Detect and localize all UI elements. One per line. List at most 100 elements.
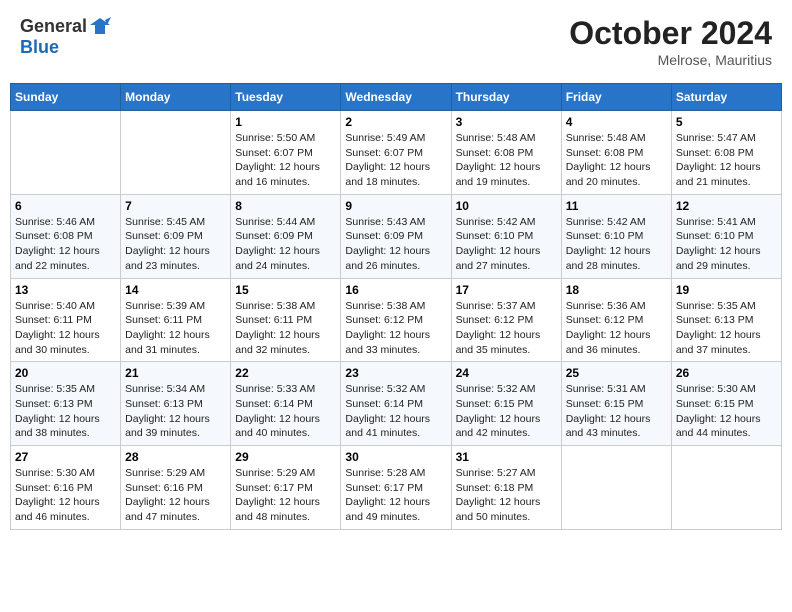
title-area: October 2024 Melrose, Mauritius: [569, 15, 772, 68]
day-number: 14: [125, 283, 226, 297]
day-number: 10: [456, 199, 557, 213]
day-number: 11: [566, 199, 667, 213]
day-number: 12: [676, 199, 777, 213]
cell-info: Sunrise: 5:37 AM Sunset: 6:12 PM Dayligh…: [456, 299, 557, 358]
day-number: 13: [15, 283, 116, 297]
day-number: 23: [345, 366, 446, 380]
cell-info: Sunrise: 5:35 AM Sunset: 6:13 PM Dayligh…: [15, 382, 116, 441]
day-number: 15: [235, 283, 336, 297]
calendar-cell: 9 Sunrise: 5:43 AM Sunset: 6:09 PM Daylig…: [341, 194, 451, 278]
calendar-cell: 14 Sunrise: 5:39 AM Sunset: 6:11 PM Dayli…: [121, 278, 231, 362]
cell-info: Sunrise: 5:27 AM Sunset: 6:18 PM Dayligh…: [456, 466, 557, 525]
cell-info: Sunrise: 5:49 AM Sunset: 6:07 PM Dayligh…: [345, 131, 446, 190]
column-header-monday: Monday: [121, 84, 231, 111]
calendar-cell: [671, 446, 781, 530]
cell-info: Sunrise: 5:39 AM Sunset: 6:11 PM Dayligh…: [125, 299, 226, 358]
day-number: 6: [15, 199, 116, 213]
cell-info: Sunrise: 5:41 AM Sunset: 6:10 PM Dayligh…: [676, 215, 777, 274]
calendar-cell: 1 Sunrise: 5:50 AM Sunset: 6:07 PM Daylig…: [231, 111, 341, 195]
day-number: 16: [345, 283, 446, 297]
cell-info: Sunrise: 5:30 AM Sunset: 6:15 PM Dayligh…: [676, 382, 777, 441]
day-number: 30: [345, 450, 446, 464]
cell-info: Sunrise: 5:33 AM Sunset: 6:14 PM Dayligh…: [235, 382, 336, 441]
cell-info: Sunrise: 5:42 AM Sunset: 6:10 PM Dayligh…: [566, 215, 667, 274]
day-number: 18: [566, 283, 667, 297]
calendar-cell: 21Sunrise: 5:34 AM Sunset: 6:13 PM Dayli…: [121, 362, 231, 446]
day-number: 5: [676, 115, 777, 129]
cell-info: Sunrise: 5:46 AM Sunset: 6:08 PM Dayligh…: [15, 215, 116, 274]
day-number: 31: [456, 450, 557, 464]
calendar-table: SundayMondayTuesdayWednesdayThursdayFrid…: [10, 83, 782, 530]
cell-info: Sunrise: 5:30 AM Sunset: 6:16 PM Dayligh…: [15, 466, 116, 525]
cell-info: Sunrise: 5:42 AM Sunset: 6:10 PM Dayligh…: [456, 215, 557, 274]
calendar-cell: 29 Sunrise: 5:29 AM Sunset: 6:17 PM Dayli…: [231, 446, 341, 530]
column-header-thursday: Thursday: [451, 84, 561, 111]
day-number: 3: [456, 115, 557, 129]
calendar-cell: 5 Sunrise: 5:47 AM Sunset: 6:08 PM Daylig…: [671, 111, 781, 195]
day-number: 28: [125, 450, 226, 464]
month-year-title: October 2024: [569, 15, 772, 52]
cell-info: Sunrise: 5:32 AM Sunset: 6:15 PM Dayligh…: [456, 382, 557, 441]
logo-bird-icon: [89, 15, 111, 37]
calendar-cell: 28Sunrise: 5:29 AM Sunset: 6:16 PM Dayli…: [121, 446, 231, 530]
cell-info: Sunrise: 5:44 AM Sunset: 6:09 PM Dayligh…: [235, 215, 336, 274]
calendar-cell: 8Sunrise: 5:44 AM Sunset: 6:09 PM Daylig…: [231, 194, 341, 278]
column-header-wednesday: Wednesday: [341, 84, 451, 111]
cell-info: Sunrise: 5:28 AM Sunset: 6:17 PM Dayligh…: [345, 466, 446, 525]
calendar-cell: 30 Sunrise: 5:28 AM Sunset: 6:17 PM Dayli…: [341, 446, 451, 530]
calendar-cell: 20Sunrise: 5:35 AM Sunset: 6:13 PM Dayli…: [11, 362, 121, 446]
calendar-cell: 12 Sunrise: 5:41 AM Sunset: 6:10 PM Dayli…: [671, 194, 781, 278]
day-number: 26: [676, 366, 777, 380]
calendar-cell: 10 Sunrise: 5:42 AM Sunset: 6:10 PM Dayli…: [451, 194, 561, 278]
calendar-cell: 23 Sunrise: 5:32 AM Sunset: 6:14 PM Dayli…: [341, 362, 451, 446]
calendar-week-row: 20Sunrise: 5:35 AM Sunset: 6:13 PM Dayli…: [11, 362, 782, 446]
cell-info: Sunrise: 5:35 AM Sunset: 6:13 PM Dayligh…: [676, 299, 777, 358]
calendar-cell: 25 Sunrise: 5:31 AM Sunset: 6:15 PM Dayli…: [561, 362, 671, 446]
cell-info: Sunrise: 5:32 AM Sunset: 6:14 PM Dayligh…: [345, 382, 446, 441]
calendar-cell: [561, 446, 671, 530]
cell-info: Sunrise: 5:29 AM Sunset: 6:17 PM Dayligh…: [235, 466, 336, 525]
day-number: 4: [566, 115, 667, 129]
cell-info: Sunrise: 5:38 AM Sunset: 6:11 PM Dayligh…: [235, 299, 336, 358]
calendar-cell: 19Sunrise: 5:35 AM Sunset: 6:13 PM Dayli…: [671, 278, 781, 362]
calendar-cell: 15 Sunrise: 5:38 AM Sunset: 6:11 PM Dayli…: [231, 278, 341, 362]
cell-info: Sunrise: 5:47 AM Sunset: 6:08 PM Dayligh…: [676, 131, 777, 190]
cell-info: Sunrise: 5:31 AM Sunset: 6:15 PM Dayligh…: [566, 382, 667, 441]
cell-info: Sunrise: 5:43 AM Sunset: 6:09 PM Dayligh…: [345, 215, 446, 274]
calendar-cell: [11, 111, 121, 195]
logo-blue-text: Blue: [20, 37, 59, 57]
calendar-week-row: 27Sunrise: 5:30 AM Sunset: 6:16 PM Dayli…: [11, 446, 782, 530]
calendar-cell: 22Sunrise: 5:33 AM Sunset: 6:14 PM Dayli…: [231, 362, 341, 446]
calendar-cell: 17 Sunrise: 5:37 AM Sunset: 6:12 PM Dayli…: [451, 278, 561, 362]
cell-info: Sunrise: 5:40 AM Sunset: 6:11 PM Dayligh…: [15, 299, 116, 358]
cell-info: Sunrise: 5:50 AM Sunset: 6:07 PM Dayligh…: [235, 131, 336, 190]
day-number: 29: [235, 450, 336, 464]
logo: General Blue: [20, 15, 111, 58]
day-number: 9: [345, 199, 446, 213]
calendar-cell: 26 Sunrise: 5:30 AM Sunset: 6:15 PM Dayli…: [671, 362, 781, 446]
calendar-cell: 2Sunrise: 5:49 AM Sunset: 6:07 PM Daylig…: [341, 111, 451, 195]
day-number: 25: [566, 366, 667, 380]
day-number: 24: [456, 366, 557, 380]
calendar-cell: 4 Sunrise: 5:48 AM Sunset: 6:08 PM Daylig…: [561, 111, 671, 195]
day-number: 21: [125, 366, 226, 380]
cell-info: Sunrise: 5:45 AM Sunset: 6:09 PM Dayligh…: [125, 215, 226, 274]
day-number: 7: [125, 199, 226, 213]
calendar-header-row: SundayMondayTuesdayWednesdayThursdayFrid…: [11, 84, 782, 111]
cell-info: Sunrise: 5:48 AM Sunset: 6:08 PM Dayligh…: [456, 131, 557, 190]
calendar-cell: 13 Sunrise: 5:40 AM Sunset: 6:11 PM Dayli…: [11, 278, 121, 362]
calendar-cell: 24 Sunrise: 5:32 AM Sunset: 6:15 PM Dayli…: [451, 362, 561, 446]
column-header-saturday: Saturday: [671, 84, 781, 111]
calendar-cell: 16Sunrise: 5:38 AM Sunset: 6:12 PM Dayli…: [341, 278, 451, 362]
calendar-cell: [121, 111, 231, 195]
calendar-cell: 3 Sunrise: 5:48 AM Sunset: 6:08 PM Daylig…: [451, 111, 561, 195]
day-number: 1: [235, 115, 336, 129]
logo-general-text: General: [20, 16, 87, 37]
day-number: 17: [456, 283, 557, 297]
calendar-cell: 31 Sunrise: 5:27 AM Sunset: 6:18 PM Dayli…: [451, 446, 561, 530]
page-header: General Blue October 2024 Melrose, Mauri…: [10, 10, 782, 73]
calendar-cell: 27Sunrise: 5:30 AM Sunset: 6:16 PM Dayli…: [11, 446, 121, 530]
cell-info: Sunrise: 5:48 AM Sunset: 6:08 PM Dayligh…: [566, 131, 667, 190]
calendar-cell: 7 Sunrise: 5:45 AM Sunset: 6:09 PM Daylig…: [121, 194, 231, 278]
column-header-tuesday: Tuesday: [231, 84, 341, 111]
